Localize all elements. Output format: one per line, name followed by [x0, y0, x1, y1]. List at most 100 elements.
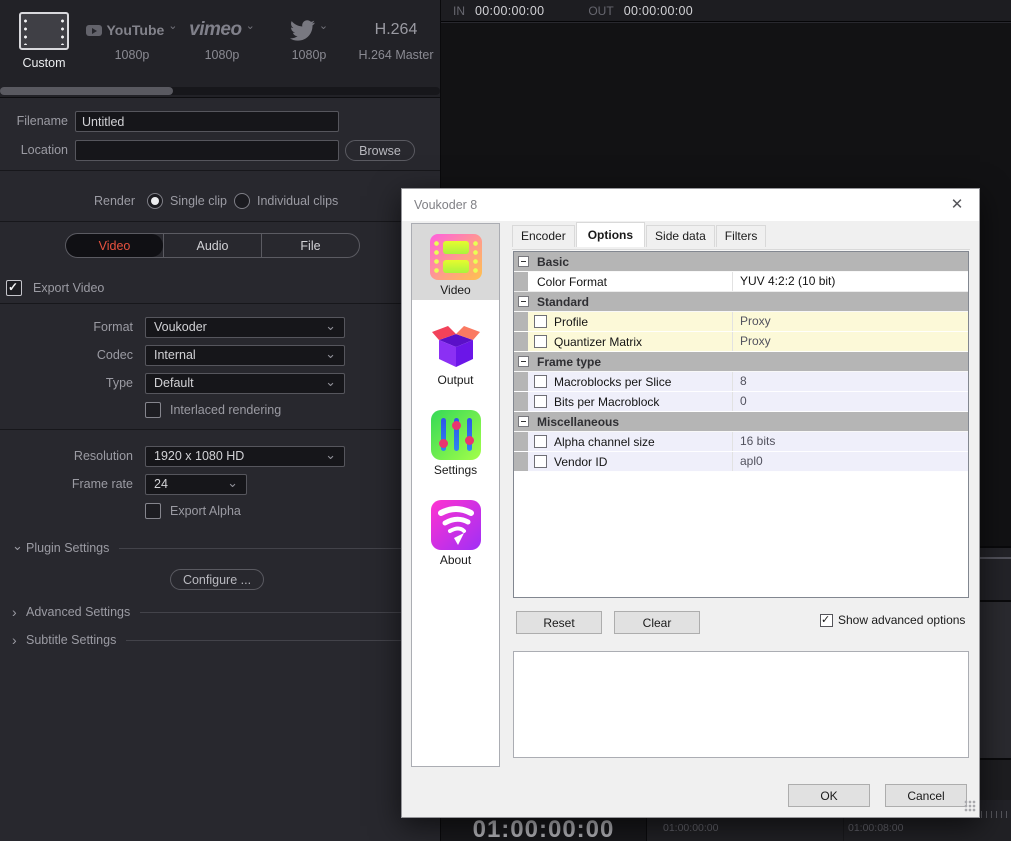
- collapse-minus-icon[interactable]: [518, 256, 529, 267]
- preset-custom[interactable]: Custom: [12, 10, 76, 70]
- show-advanced-options: Show advanced options: [820, 613, 965, 627]
- chevron-right-icon: [12, 604, 26, 620]
- video-filmstrip-icon: [430, 234, 482, 280]
- export-video-checkbox[interactable]: [6, 280, 22, 296]
- subtitle-settings-label: Subtitle Settings: [26, 633, 116, 647]
- filmstrip-icon: [19, 12, 69, 50]
- playhead-timecode[interactable]: 01:00:00:00: [473, 816, 615, 841]
- chevron-down-icon[interactable]: [319, 21, 328, 31]
- format-label: Format: [0, 320, 133, 334]
- codec-label: Codec: [0, 348, 133, 362]
- tab-file[interactable]: File: [261, 234, 359, 257]
- row-checkbox[interactable]: [534, 455, 547, 468]
- out-timecode[interactable]: 00:00:00:00: [624, 4, 693, 18]
- tab-video[interactable]: Video: [66, 234, 163, 257]
- dialog-title-bar[interactable]: Voukoder 8: [402, 189, 979, 221]
- chevron-down-icon: [12, 540, 26, 556]
- grid-row-macroblocks-per-slice[interactable]: Macroblocks per Slice 8: [514, 372, 968, 392]
- row-checkbox[interactable]: [534, 375, 547, 388]
- preset-label: 1080p: [276, 48, 342, 62]
- ok-button[interactable]: OK: [788, 784, 870, 807]
- resolution-dropdown[interactable]: 1920 x 1080 HD: [145, 446, 345, 467]
- sidebar-item-about[interactable]: About: [412, 494, 499, 570]
- show-advanced-checkbox[interactable]: [820, 614, 833, 627]
- collapse-minus-icon[interactable]: [518, 356, 529, 367]
- row-checkbox[interactable]: [534, 435, 547, 448]
- timeline-ruler[interactable]: 01:00:00:00 01:00:08:00: [647, 818, 1011, 841]
- show-advanced-label: Show advanced options: [838, 613, 965, 627]
- grid-category-basic[interactable]: Basic: [514, 252, 968, 272]
- row-checkbox[interactable]: [534, 335, 547, 348]
- preset-h264[interactable]: H.264 H.264 Master: [352, 10, 440, 62]
- preset-scrollbar-track[interactable]: [0, 87, 440, 95]
- export-alpha-checkbox[interactable]: [145, 503, 161, 519]
- framerate-dropdown[interactable]: 24: [145, 474, 247, 495]
- row-checkbox[interactable]: [534, 395, 547, 408]
- grid-category-standard[interactable]: Standard: [514, 292, 968, 312]
- type-dropdown[interactable]: Default: [145, 373, 345, 394]
- in-out-bar: IN 00:00:00:00 OUT 00:00:00:00: [441, 0, 1011, 22]
- interlaced-checkbox[interactable]: [145, 402, 161, 418]
- youtube-brand-text: YouTube: [106, 22, 164, 38]
- row-checkbox[interactable]: [534, 315, 547, 328]
- twitter-bird-icon: [290, 20, 315, 41]
- grid-row-alpha-channel-size[interactable]: Alpha channel size 16 bits: [514, 432, 968, 452]
- grid-category-miscellaneous[interactable]: Miscellaneous: [514, 412, 968, 432]
- grid-row-profile[interactable]: Profile Proxy: [514, 312, 968, 332]
- voukoder-dialog: Voukoder 8 Video: [401, 188, 980, 818]
- sidebar-item-video[interactable]: Video: [412, 224, 499, 300]
- advanced-settings-section[interactable]: Advanced Settings: [12, 604, 432, 620]
- ruler-divider: [843, 818, 844, 841]
- collapse-minus-icon[interactable]: [518, 296, 529, 307]
- option-description-box[interactable]: [513, 651, 969, 758]
- grid-category-frame-type[interactable]: Frame type: [514, 352, 968, 372]
- render-tab-group: Video Audio File: [65, 233, 360, 258]
- chevron-down-icon[interactable]: [246, 21, 255, 31]
- grid-row-bits-per-macroblock[interactable]: Bits per Macroblock 0: [514, 392, 968, 412]
- tab-encoder[interactable]: Encoder: [512, 225, 575, 247]
- preset-label: 1080p: [180, 48, 264, 62]
- codec-dropdown[interactable]: Internal: [145, 345, 345, 366]
- preset-scrollbar-thumb[interactable]: [0, 87, 173, 95]
- tab-options[interactable]: Options: [576, 222, 645, 247]
- grid-row-quantizer-matrix[interactable]: Quantizer Matrix Proxy: [514, 332, 968, 352]
- close-icon[interactable]: [948, 196, 966, 214]
- sidebar-item-output[interactable]: Output: [412, 314, 499, 390]
- radio-individual-clips[interactable]: [234, 193, 250, 209]
- tab-filters[interactable]: Filters: [716, 225, 767, 247]
- collapse-minus-icon[interactable]: [518, 416, 529, 427]
- preset-twitter[interactable]: 1080p: [276, 10, 342, 62]
- tab-side-data[interactable]: Side data: [646, 225, 715, 247]
- divider: [126, 640, 432, 641]
- format-dropdown[interactable]: Voukoder: [145, 317, 345, 338]
- location-input[interactable]: [75, 140, 339, 161]
- filename-input[interactable]: [75, 111, 339, 132]
- grid-row-color-format[interactable]: Color Format YUV 4:2:2 (10 bit): [514, 272, 968, 292]
- grid-row-vendor-id[interactable]: Vendor ID apl0: [514, 452, 968, 472]
- in-timecode[interactable]: 00:00:00:00: [475, 4, 544, 18]
- framerate-label: Frame rate: [0, 477, 133, 491]
- chevron-down-icon[interactable]: [168, 21, 177, 31]
- preset-vimeo[interactable]: vimeo 1080p: [180, 10, 264, 62]
- tab-audio[interactable]: Audio: [163, 234, 261, 257]
- browse-button[interactable]: Browse: [345, 140, 415, 161]
- sidebar-item-label: Settings: [434, 463, 477, 477]
- subtitle-settings-section[interactable]: Subtitle Settings: [12, 632, 432, 648]
- configure-button[interactable]: Configure ...: [170, 569, 264, 590]
- sidebar-item-label: Output: [437, 373, 473, 387]
- radio-single-clip[interactable]: [147, 193, 163, 209]
- preset-youtube[interactable]: YouTube 1080p: [86, 10, 178, 62]
- divider: [119, 548, 432, 549]
- reset-button[interactable]: Reset: [516, 611, 602, 634]
- options-property-grid: Basic Color Format YUV 4:2:2 (10 bit) St…: [513, 251, 969, 598]
- clear-button[interactable]: Clear: [614, 611, 700, 634]
- app-root: Custom YouTube 1080p vimeo 1080p: [0, 0, 1011, 841]
- sidebar-item-settings[interactable]: Settings: [412, 404, 499, 480]
- cancel-button[interactable]: Cancel: [885, 784, 967, 807]
- output-box-icon: [431, 320, 481, 370]
- preset-label: 1080p: [86, 48, 178, 62]
- plugin-settings-section[interactable]: Plugin Settings: [12, 540, 432, 556]
- dialog-sidebar: Video Output: [411, 223, 500, 767]
- render-mode-label: Render: [40, 194, 135, 208]
- resize-grip[interactable]: [964, 800, 976, 812]
